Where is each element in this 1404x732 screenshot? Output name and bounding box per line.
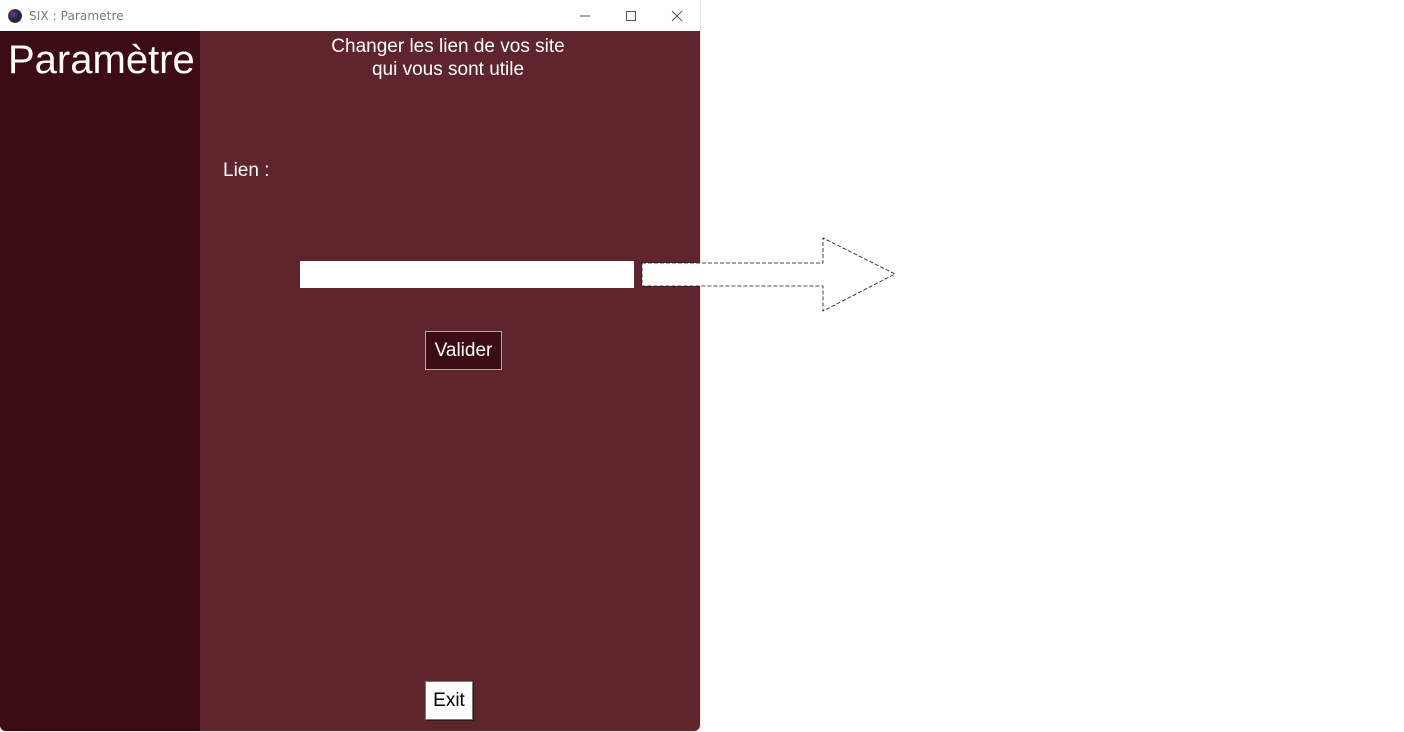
app-window: SIX : Parametre Paramètre Changer les li…: [0, 0, 700, 731]
window-controls: [562, 0, 700, 31]
app-logo-icon: [8, 8, 22, 23]
maximize-icon: [626, 10, 636, 21]
sidebar: Paramètre: [0, 31, 200, 731]
window-title: SIX : Parametre: [29, 8, 124, 23]
link-label: Lien :: [223, 160, 270, 181]
link-input[interactable]: [300, 261, 634, 288]
validate-button[interactable]: Valider: [425, 331, 502, 370]
minimize-icon: [580, 15, 590, 16]
heading-line-1: Changer les lien de vos site: [331, 36, 565, 57]
maximize-button[interactable]: [608, 0, 654, 31]
exit-button[interactable]: Exit: [425, 681, 473, 720]
sidebar-title: Paramètre: [8, 38, 195, 82]
close-button[interactable]: [654, 0, 700, 31]
page-heading: Changer les lien de vos site qui vous so…: [248, 35, 648, 81]
minimize-button[interactable]: [562, 0, 608, 31]
title-bar[interactable]: SIX : Parametre: [0, 0, 700, 31]
arrow-right-icon: [641, 237, 896, 312]
heading-line-2: qui vous sont utile: [371, 59, 525, 80]
close-icon: [671, 10, 683, 21]
